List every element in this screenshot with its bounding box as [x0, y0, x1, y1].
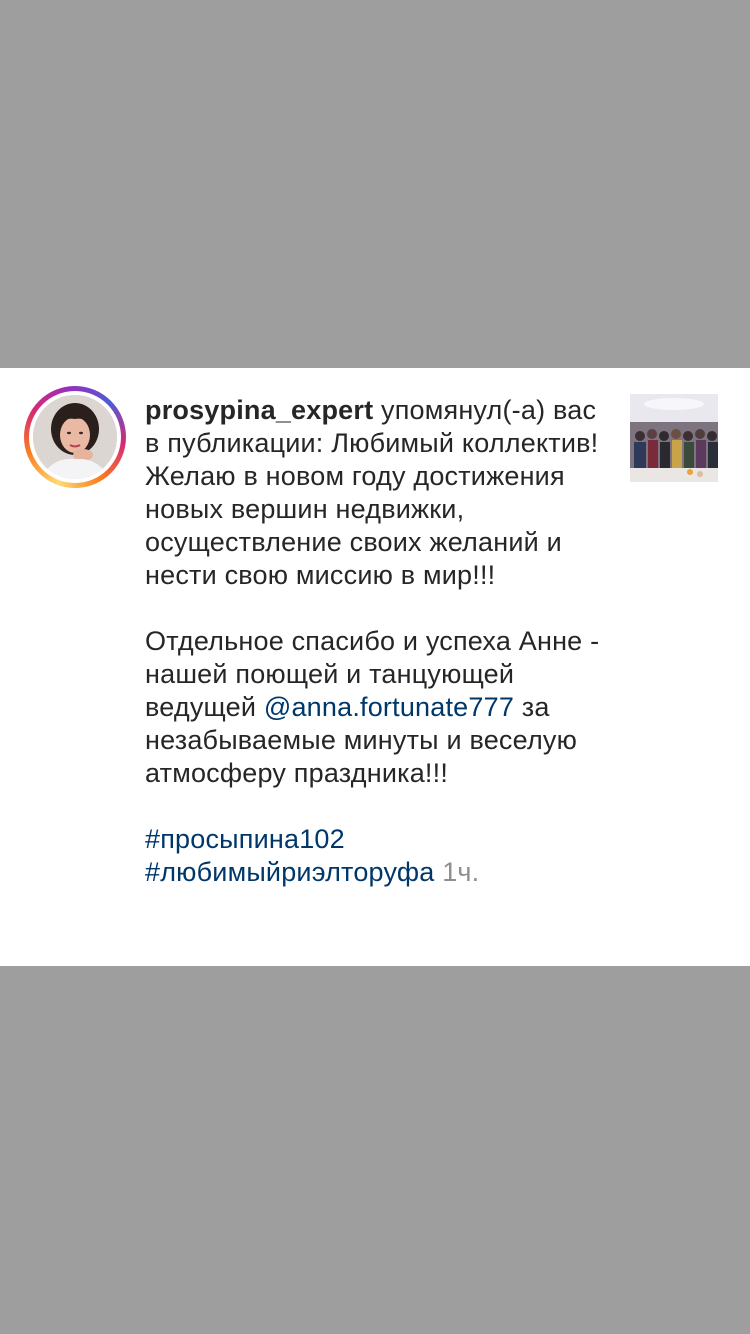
story-ring[interactable] [24, 386, 126, 488]
mention-notification-card[interactable]: prosypina_expert упомянул(-а) вас в публ… [0, 368, 750, 966]
paragraph-spacer-2 [145, 790, 615, 823]
post-thumbnail[interactable] [630, 394, 718, 482]
avatar-image [33, 395, 117, 479]
caption-paragraph-1: prosypina_expert упомянул(-а) вас в публ… [145, 394, 615, 592]
timestamp: 1ч. [442, 857, 480, 887]
post-thumbnail-image [630, 394, 718, 482]
avatar-gap [29, 391, 121, 483]
username-link[interactable]: prosypina_expert [145, 395, 373, 425]
mention-link[interactable]: @anna.fortunate777 [264, 692, 514, 722]
avatar[interactable] [33, 395, 117, 479]
dimmed-background-top[interactable] [0, 0, 750, 368]
hashtag-link-1[interactable]: #просыпина102 [145, 824, 345, 854]
caption-paragraph-2: Отдельное спасибо и успеха Анне - нашей … [145, 625, 615, 790]
dimmed-background-bottom[interactable] [0, 966, 750, 1334]
notification-text[interactable]: prosypina_expert упомянул(-а) вас в публ… [145, 394, 615, 889]
hashtag-link-2[interactable]: #любимыйриэлторуфа [145, 857, 434, 887]
hashtags: #просыпина102 #любимыйриэлторуфа 1ч. [145, 823, 615, 889]
